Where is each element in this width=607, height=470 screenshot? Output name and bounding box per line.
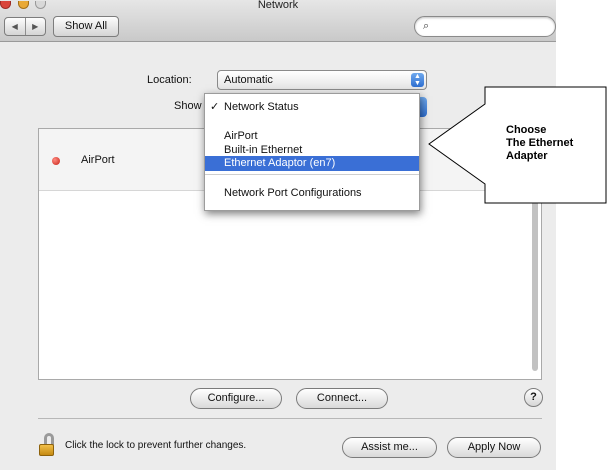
search-icon: ⌕ <box>423 20 430 32</box>
checkmark-icon: ✓ <box>210 101 220 113</box>
apply-now-button[interactable]: Apply Now <box>447 437 541 458</box>
help-button[interactable]: ? <box>524 388 543 407</box>
callout-text: Choose The Ethernet Adapter <box>506 124 574 162</box>
location-value: Automatic <box>224 74 273 86</box>
show-label: Show <box>174 100 202 112</box>
connect-button[interactable]: Connect... <box>296 388 388 409</box>
menu-item-built-in-ethernet[interactable]: Built-in Ethernet <box>205 143 419 157</box>
location-popup[interactable]: Automatic ▲ ▼ <box>217 70 427 90</box>
menu-item-ethernet-adaptor[interactable]: Ethernet Adaptor (en7) <box>205 156 419 171</box>
show-dropdown-menu: ✓ Network Status AirPort Built-in Ethern… <box>204 93 420 211</box>
menu-separator <box>205 174 419 175</box>
menu-item-airport[interactable]: AirPort <box>205 129 419 143</box>
menu-item-network-status[interactable]: ✓ Network Status <box>205 100 419 114</box>
popup-arrows-icon: ▲ ▼ <box>411 73 424 87</box>
vertical-scrollbar[interactable] <box>532 191 538 371</box>
window-title: Network <box>257 0 299 11</box>
status-red-dot-icon <box>52 157 60 165</box>
back-arrow-icon[interactable]: ◀ <box>5 18 26 35</box>
lock-icon[interactable] <box>39 433 55 457</box>
menu-item-network-port-configurations[interactable]: Network Port Configurations <box>205 186 419 200</box>
search-field[interactable]: ⌕ <box>414 16 556 37</box>
assist-me-button[interactable]: Assist me... <box>342 437 437 458</box>
lock-message: Click the lock to prevent further change… <box>65 440 247 451</box>
list-row-label: AirPort <box>81 154 115 166</box>
network-preferences-window: Network ◀ ▶ Show All ⌕ Location: Automat… <box>0 0 556 470</box>
show-all-button[interactable]: Show All <box>53 16 119 37</box>
bottom-divider <box>38 418 542 419</box>
back-forward-control[interactable]: ◀ ▶ <box>4 17 46 36</box>
location-label: Location: <box>147 74 192 86</box>
forward-arrow-icon[interactable]: ▶ <box>26 18 46 35</box>
title-bar: Network ◀ ▶ Show All ⌕ <box>0 0 556 42</box>
configure-button[interactable]: Configure... <box>190 388 282 409</box>
